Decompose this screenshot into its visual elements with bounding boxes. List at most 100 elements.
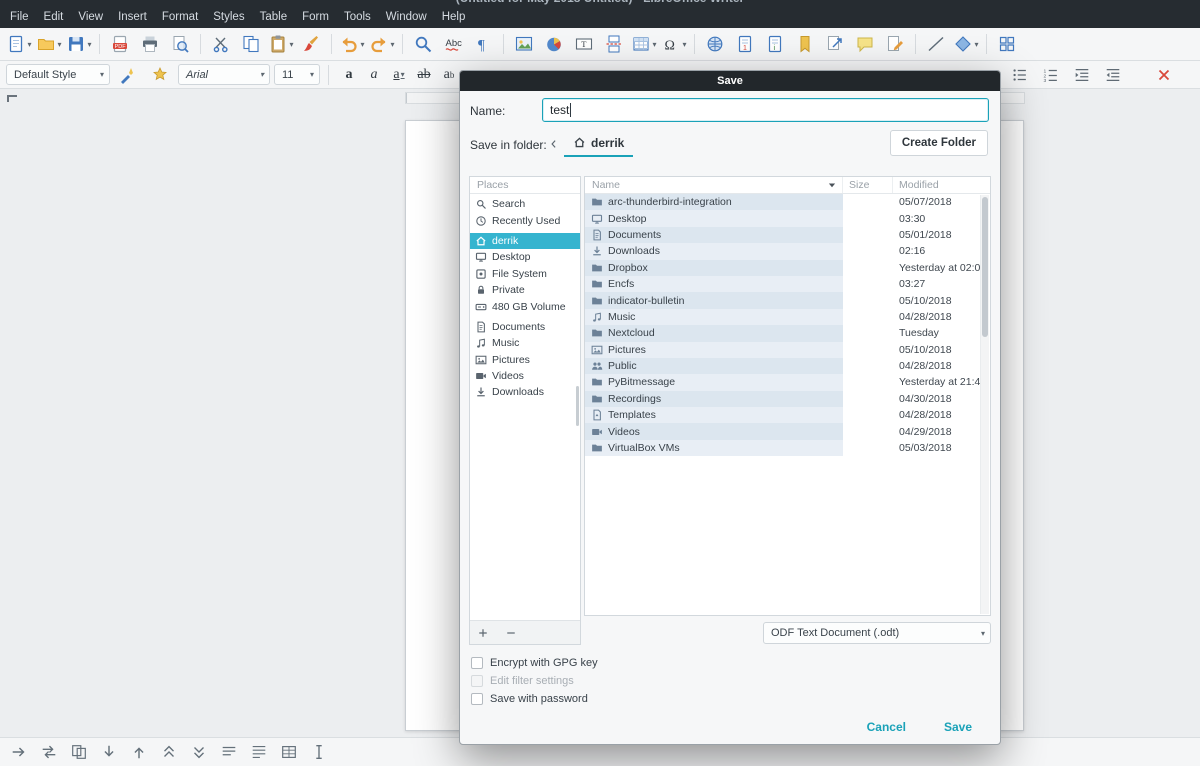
navigate-by-heading-button[interactable] (218, 741, 240, 763)
chevron-down-icon[interactable]: ▾ (401, 70, 405, 79)
place-downloads[interactable]: Downloads (470, 384, 580, 400)
chevron-down-icon[interactable]: ▾ (390, 40, 394, 49)
column-header-size[interactable]: Size (843, 177, 893, 193)
place-pictures[interactable]: Pictures (470, 352, 580, 368)
place-videos[interactable]: Videos (470, 368, 580, 384)
file-row-pybitmessage[interactable]: PyBitmessageYesterday at 21:48 (585, 374, 990, 390)
file-row-nextcloud[interactable]: NextcloudTuesday (585, 325, 990, 341)
dialog-titlebar[interactable]: Save (460, 71, 1000, 91)
add-bookmark-button[interactable] (475, 625, 491, 641)
file-row-indicator-bulletin[interactable]: indicator-bulletin05/10/2018 (585, 292, 990, 308)
insert-table-button[interactable]: ▾ (630, 31, 658, 57)
menu-styles[interactable]: Styles (206, 9, 251, 25)
bullet-list-button[interactable] (1006, 62, 1034, 88)
font-name-select[interactable]: Arial▾ (178, 64, 270, 85)
undo-button[interactable]: ▾ (338, 31, 366, 57)
move-up-button[interactable] (128, 741, 150, 763)
next-element-button[interactable] (188, 741, 210, 763)
basic-shapes-button[interactable]: ▾ (952, 31, 980, 57)
menu-edit[interactable]: Edit (37, 9, 71, 25)
scrollbar[interactable] (980, 195, 989, 614)
file-row-desktop[interactable]: Desktop03:30 (585, 210, 990, 226)
chevron-down-icon[interactable]: ▾ (682, 40, 686, 49)
file-row-videos[interactable]: Videos04/29/2018 (585, 423, 990, 439)
navigate-by-frame-button[interactable] (308, 741, 330, 763)
navigate-by-table-button[interactable] (278, 741, 300, 763)
menu-format[interactable]: Format (155, 9, 205, 25)
draw-functions-button[interactable] (993, 31, 1021, 57)
save-button[interactable]: Save (944, 720, 972, 734)
superscript-button[interactable]: ab (437, 62, 461, 88)
insert-image-button[interactable] (510, 31, 538, 57)
clear-formatting-button[interactable] (1150, 62, 1178, 88)
navigate-by-button[interactable] (38, 741, 60, 763)
clone-formatting-button[interactable] (297, 31, 325, 57)
checkbox-encrypt-with-gpg-key[interactable]: Encrypt with GPG key (471, 656, 598, 669)
move-down-button[interactable] (98, 741, 120, 763)
file-row-templates[interactable]: Templates04/28/2018 (585, 407, 990, 423)
insert-hyperlink-button[interactable] (701, 31, 729, 57)
insert-textbox-button[interactable]: T (570, 31, 598, 57)
increase-indent-button[interactable] (1068, 62, 1096, 88)
bold-button[interactable]: a (337, 62, 361, 88)
checkbox-box[interactable] (471, 657, 483, 669)
paste-button[interactable]: ▾ (267, 31, 295, 57)
column-header-modified[interactable]: Modified (893, 177, 990, 193)
place-derrik[interactable]: derrik (470, 233, 580, 249)
file-row-encfs[interactable]: Encfs03:27 (585, 276, 990, 292)
file-row-downloads[interactable]: Downloads02:16 (585, 243, 990, 259)
cancel-button[interactable]: Cancel (867, 720, 906, 734)
place-480-gb-volume[interactable]: 480 GB Volume (470, 298, 580, 314)
redo-button[interactable]: ▾ (368, 31, 396, 57)
place-documents[interactable]: Documents (470, 319, 580, 335)
place-private[interactable]: Private (470, 282, 580, 298)
numbered-list-button[interactable]: 123 (1037, 62, 1065, 88)
place-file-system[interactable]: File System (470, 266, 580, 282)
insert-line-button[interactable] (922, 31, 950, 57)
place-search[interactable]: Search (470, 196, 580, 212)
menu-insert[interactable]: Insert (111, 9, 154, 25)
page-break-button[interactable] (600, 31, 628, 57)
special-character-button[interactable]: Ω▾ (660, 31, 688, 57)
decrease-indent-button[interactable] (1099, 62, 1127, 88)
chevron-down-icon[interactable]: ▾ (57, 40, 61, 49)
file-row-recordings[interactable]: Recordings04/30/2018 (585, 391, 990, 407)
insert-endnote-button[interactable]: i (761, 31, 789, 57)
new-document-button[interactable]: ▾ (5, 31, 33, 57)
print-button[interactable] (136, 31, 164, 57)
track-changes-button[interactable] (881, 31, 909, 57)
menu-table[interactable]: Table (253, 9, 295, 25)
file-row-documents[interactable]: Documents05/01/2018 (585, 227, 990, 243)
navigate-by-paragraph-button[interactable] (248, 741, 270, 763)
update-style-button[interactable] (114, 62, 142, 88)
insert-chart-button[interactable] (540, 31, 568, 57)
place-music[interactable]: Music (470, 335, 580, 351)
copy-button[interactable] (237, 31, 265, 57)
previous-element-button[interactable] (158, 741, 180, 763)
paragraph-style-select[interactable]: Default Style▾ (6, 64, 110, 85)
scrollbar-thumb[interactable] (982, 197, 988, 337)
checkbox-save-with-password[interactable]: Save with password (471, 692, 598, 705)
file-row-arc-thunderbird-integration[interactable]: arc-thunderbird-integration05/07/2018 (585, 194, 990, 210)
new-style-button[interactable] (146, 62, 174, 88)
pathbar-scroll-left-button[interactable] (548, 137, 562, 153)
insert-footnote-button[interactable]: 1 (731, 31, 759, 57)
export-pdf-button[interactable]: PDF (106, 31, 134, 57)
breadcrumb-home-folder[interactable]: derrik (564, 130, 633, 157)
find-replace-button[interactable] (409, 31, 437, 57)
create-folder-button[interactable]: Create Folder (890, 130, 988, 156)
chevron-down-icon[interactable]: ▾ (87, 40, 91, 49)
insert-comment-button[interactable] (851, 31, 879, 57)
file-row-virtualbox-vms[interactable]: VirtualBox VMs05/03/2018 (585, 440, 990, 456)
menu-tools[interactable]: Tools (337, 9, 378, 25)
print-preview-button[interactable] (166, 31, 194, 57)
menu-form[interactable]: Form (295, 9, 336, 25)
filename-input[interactable]: test (542, 98, 989, 122)
menu-view[interactable]: View (71, 9, 110, 25)
strikethrough-button[interactable]: ab (412, 62, 436, 88)
insert-bookmark-button[interactable] (791, 31, 819, 57)
chevron-down-icon[interactable]: ▾ (652, 40, 656, 49)
menu-file[interactable]: File (3, 9, 36, 25)
open-file-button[interactable]: ▾ (35, 31, 63, 57)
chevron-down-icon[interactable]: ▾ (289, 40, 293, 49)
